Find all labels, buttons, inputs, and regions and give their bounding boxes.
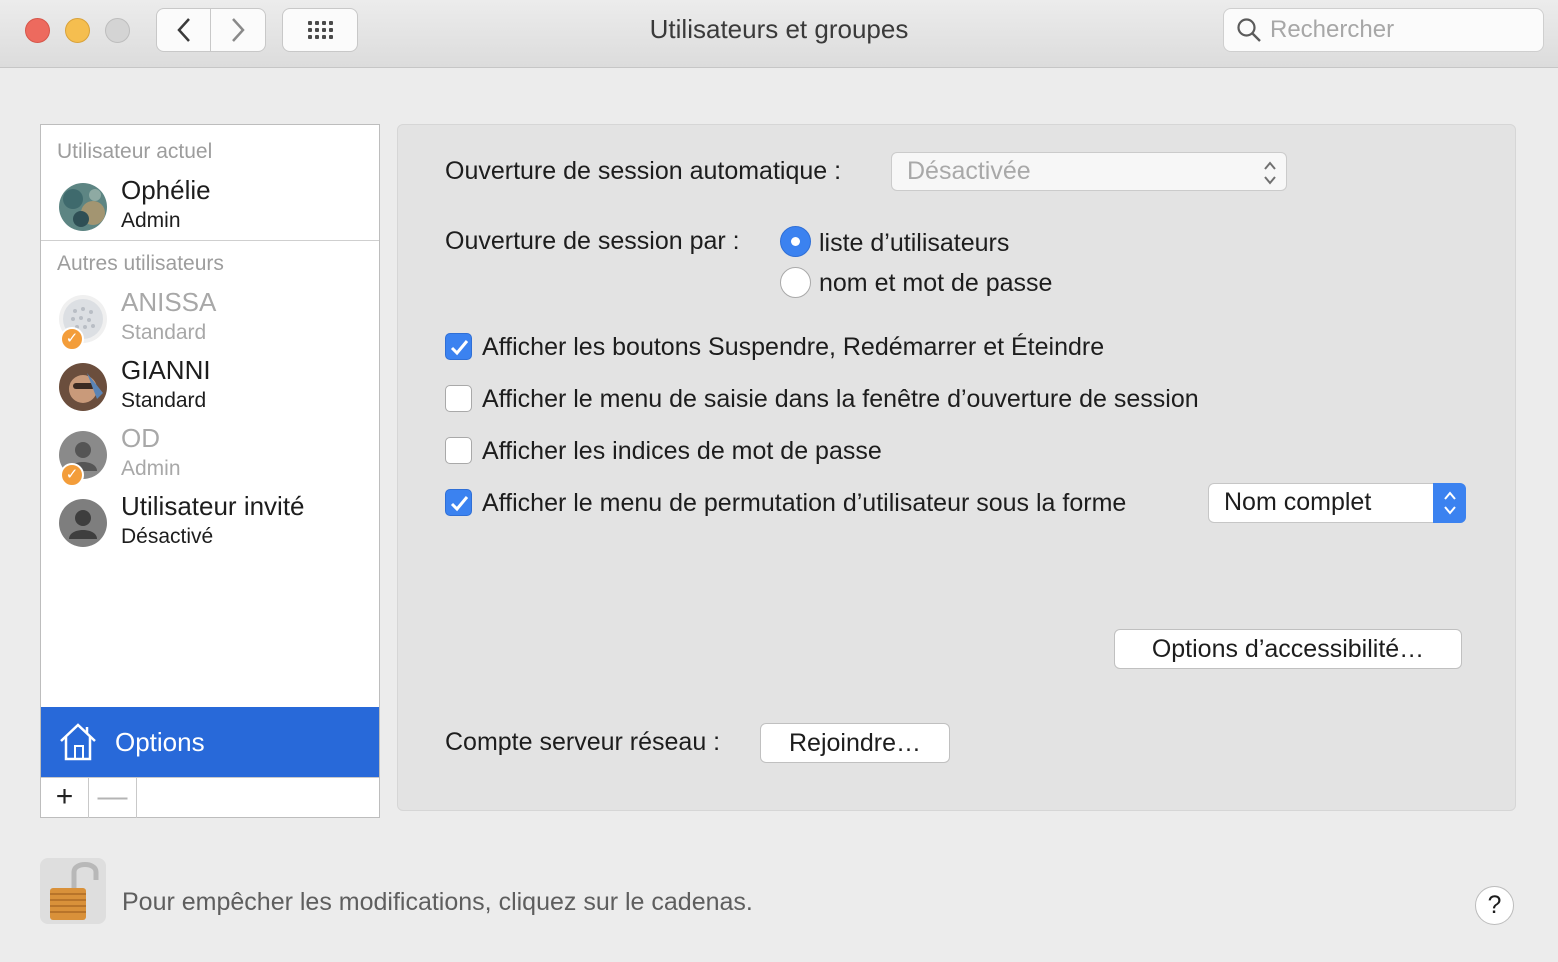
auto-login-label: Ouverture de session automatique : <box>445 157 842 185</box>
user-name: Utilisateur invité <box>121 491 305 521</box>
switch-menu-style-popup[interactable]: Nom complet <box>1208 483 1466 523</box>
popup-arrows <box>1433 483 1466 523</box>
login-by-label: Ouverture de session par : <box>445 227 740 255</box>
accessibility-options-button[interactable]: Options d’accessibilité… <box>1114 629 1462 669</box>
options-label: Options <box>115 726 205 757</box>
user-name: GIANNI <box>121 355 211 385</box>
current-user-label: Utilisateur actuel <box>57 140 213 163</box>
up-down-arrows-icon <box>1264 161 1276 185</box>
switch-menu-style-value: Nom complet <box>1224 488 1372 516</box>
radio-user-list[interactable] <box>780 226 811 257</box>
auto-login-value: Désactivée <box>907 157 1031 185</box>
divider <box>41 240 379 241</box>
checkmark-badge-icon: ✓ <box>60 463 84 487</box>
user-role: Standard <box>121 321 207 344</box>
help-button[interactable]: ? <box>1475 886 1514 925</box>
title-bar: Utilisateurs et groupes Rechercher <box>0 0 1558 68</box>
user-role: Désactivé <box>121 525 214 548</box>
user-item-anissa[interactable]: ✓ ANISSA Standard <box>41 287 379 351</box>
checkmark-badge-icon: ✓ <box>60 327 84 351</box>
avatar <box>59 363 107 411</box>
radio-name-password[interactable] <box>780 267 811 298</box>
unlocked-padlock-icon <box>50 862 99 920</box>
user-role: Admin <box>121 457 181 480</box>
avatar <box>59 183 107 231</box>
checkbox-power-buttons-label[interactable]: Afficher les boutons Suspendre, Redémarr… <box>482 333 1104 362</box>
user-list: Utilisateur actuel Ophélie Admin Autres … <box>40 124 380 818</box>
add-user-button[interactable]: + <box>41 778 89 818</box>
remove-user-button[interactable]: — <box>89 778 137 818</box>
checkbox-password-hints-label[interactable]: Afficher les indices de mot de passe <box>482 437 882 466</box>
network-account-label: Compte serveur réseau : <box>445 728 721 756</box>
checkmark-icon <box>450 496 469 512</box>
user-name: OD <box>121 423 160 453</box>
up-down-arrows-icon <box>1444 491 1456 515</box>
user-item-od[interactable]: ✓ OD Admin <box>41 423 379 487</box>
checkbox-input-menu-label[interactable]: Afficher le menu de saisie dans la fenêt… <box>482 385 1199 414</box>
join-button[interactable]: Rejoindre… <box>760 723 950 763</box>
checkbox-fast-user-switching-label[interactable]: Afficher le menu de permutation d’utilis… <box>482 489 1126 518</box>
search-icon <box>1237 18 1261 42</box>
search-placeholder: Rechercher <box>1270 16 1395 43</box>
radio-user-list-label[interactable]: liste d’utilisateurs <box>819 229 1009 258</box>
checkbox-input-menu[interactable] <box>445 385 472 412</box>
auto-login-popup[interactable]: Désactivée <box>891 152 1287 191</box>
user-name: Ophélie <box>121 175 211 205</box>
user-item-guest[interactable]: Utilisateur invité Désactivé <box>41 491 379 555</box>
checkmark-icon <box>450 340 469 356</box>
avatar <box>59 499 107 547</box>
user-item-current[interactable]: Ophélie Admin <box>41 175 379 239</box>
options-panel: Ouverture de session automatique : Désac… <box>397 124 1516 811</box>
user-name: ANISSA <box>121 287 217 317</box>
checkbox-password-hints[interactable] <box>445 437 472 464</box>
other-users-label: Autres utilisateurs <box>57 252 224 275</box>
user-role: Admin <box>121 209 181 232</box>
lock-button[interactable] <box>40 858 106 924</box>
sidebar-item-options[interactable]: Options <box>41 707 379 777</box>
lock-message: Pour empêcher les modifications, cliquez… <box>122 888 753 916</box>
radio-name-password-label[interactable]: nom et mot de passe <box>819 269 1052 298</box>
search-input[interactable]: Rechercher <box>1223 8 1544 52</box>
checkbox-power-buttons[interactable] <box>445 333 472 360</box>
list-footer: + — <box>41 777 379 818</box>
checkbox-fast-user-switching[interactable] <box>445 489 472 516</box>
user-role: Standard <box>121 389 207 412</box>
user-item-gianni[interactable]: GIANNI Standard <box>41 355 379 419</box>
house-icon <box>60 723 96 761</box>
